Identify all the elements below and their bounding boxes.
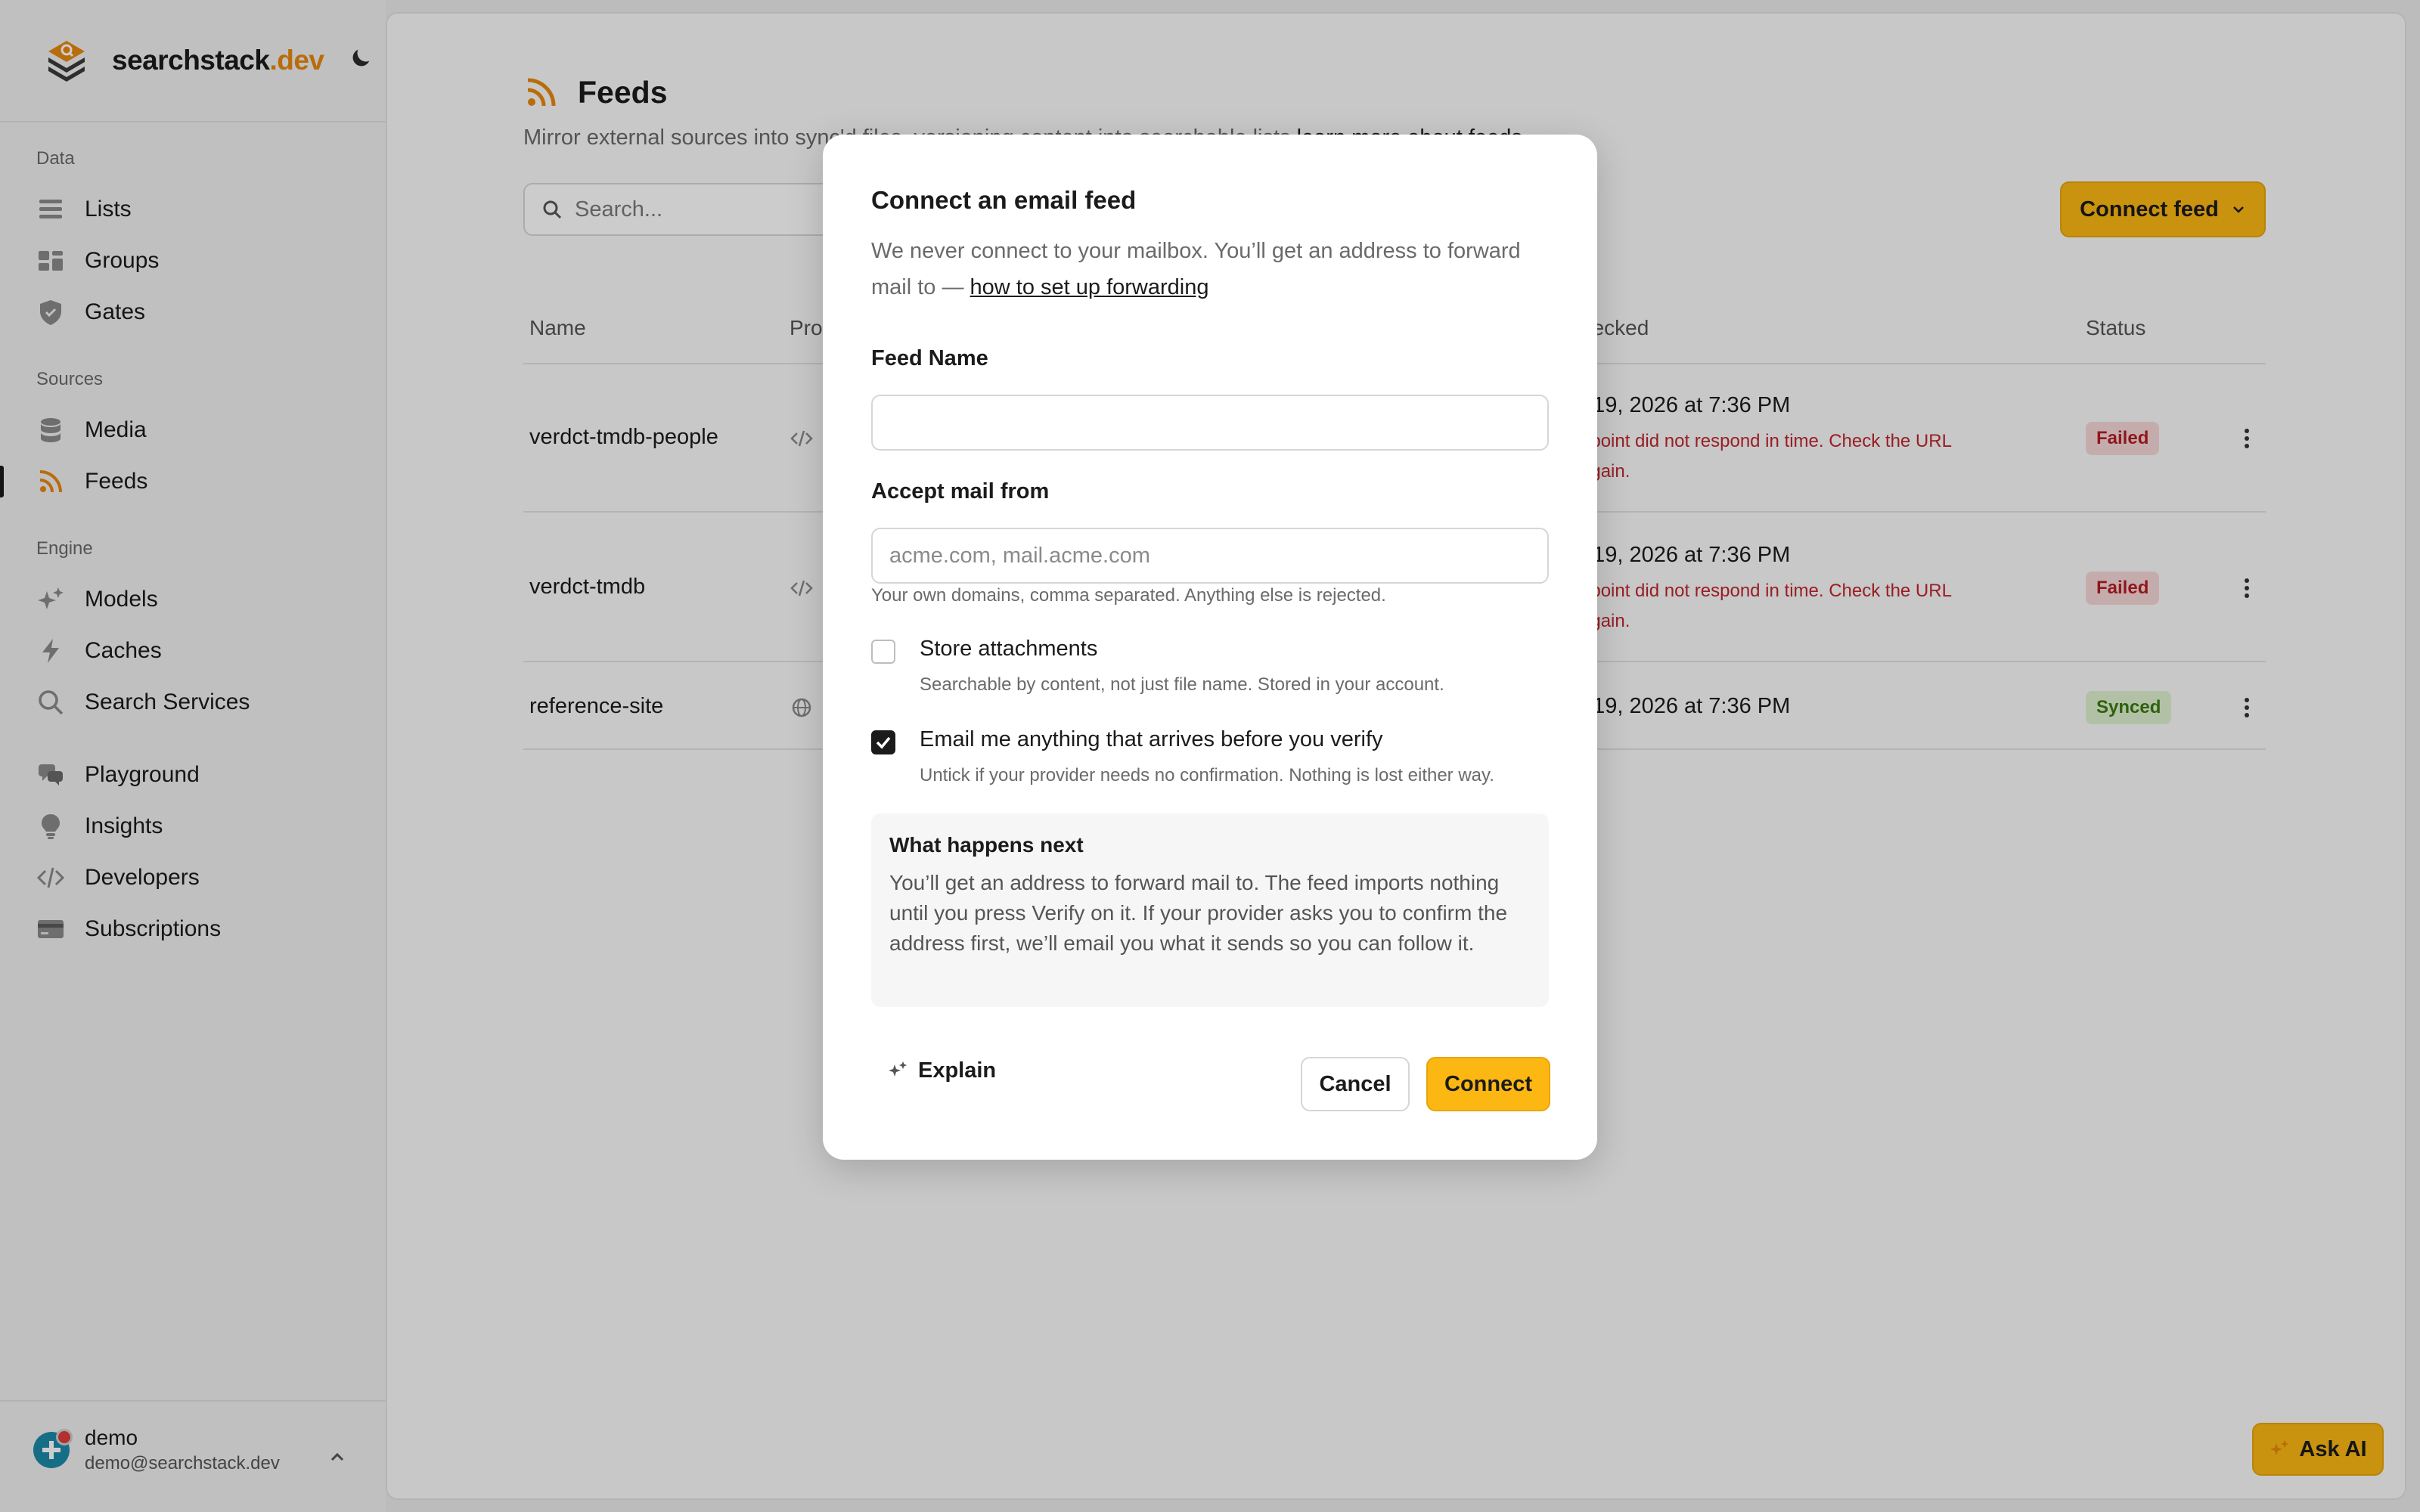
- accept-mail-input[interactable]: [871, 528, 1549, 584]
- dialog-description: We never connect to your mailbox. You’ll…: [871, 233, 1552, 305]
- feed-name-input[interactable]: [871, 395, 1549, 451]
- explain-label: Explain: [918, 1058, 997, 1083]
- feed-name-label: Feed Name: [871, 346, 988, 370]
- store-attachments-label[interactable]: Store attachments: [920, 637, 1097, 662]
- connect-button[interactable]: Connect: [1426, 1057, 1550, 1111]
- store-attachments-checkbox[interactable]: [871, 640, 895, 664]
- email-before-verify-checkbox[interactable]: [871, 730, 895, 754]
- email-before-verify-label[interactable]: Email me anything that arrives before yo…: [920, 727, 1383, 752]
- dialog-title: Connect an email feed: [871, 186, 1137, 214]
- sparkle-icon: [889, 1061, 907, 1077]
- app-root: searchstack.dev Data Lists Groups Gates …: [0, 0, 2420, 1512]
- explain-button[interactable]: Explain: [886, 1055, 996, 1086]
- forwarding-help-link[interactable]: how to set up forwarding: [970, 275, 1209, 299]
- accept-mail-label: Accept mail from: [871, 479, 1050, 503]
- store-attachments-hint: Searchable by content, not just file nam…: [920, 674, 1444, 695]
- connect-email-feed-dialog: Connect an email feed We never connect t…: [823, 135, 1597, 1160]
- cancel-button[interactable]: Cancel: [1301, 1057, 1410, 1111]
- accept-mail-hint: Your own domains, comma separated. Anyth…: [871, 585, 1386, 606]
- what-happens-next-panel: What happens next You’ll get an address …: [871, 813, 1549, 1007]
- info-title: What happens next: [889, 833, 1084, 857]
- info-body: You’ll get an address to forward mail to…: [889, 871, 1508, 955]
- email-before-verify-hint: Untick if your provider needs no confirm…: [920, 765, 1494, 785]
- checkmark-icon: [876, 736, 891, 749]
